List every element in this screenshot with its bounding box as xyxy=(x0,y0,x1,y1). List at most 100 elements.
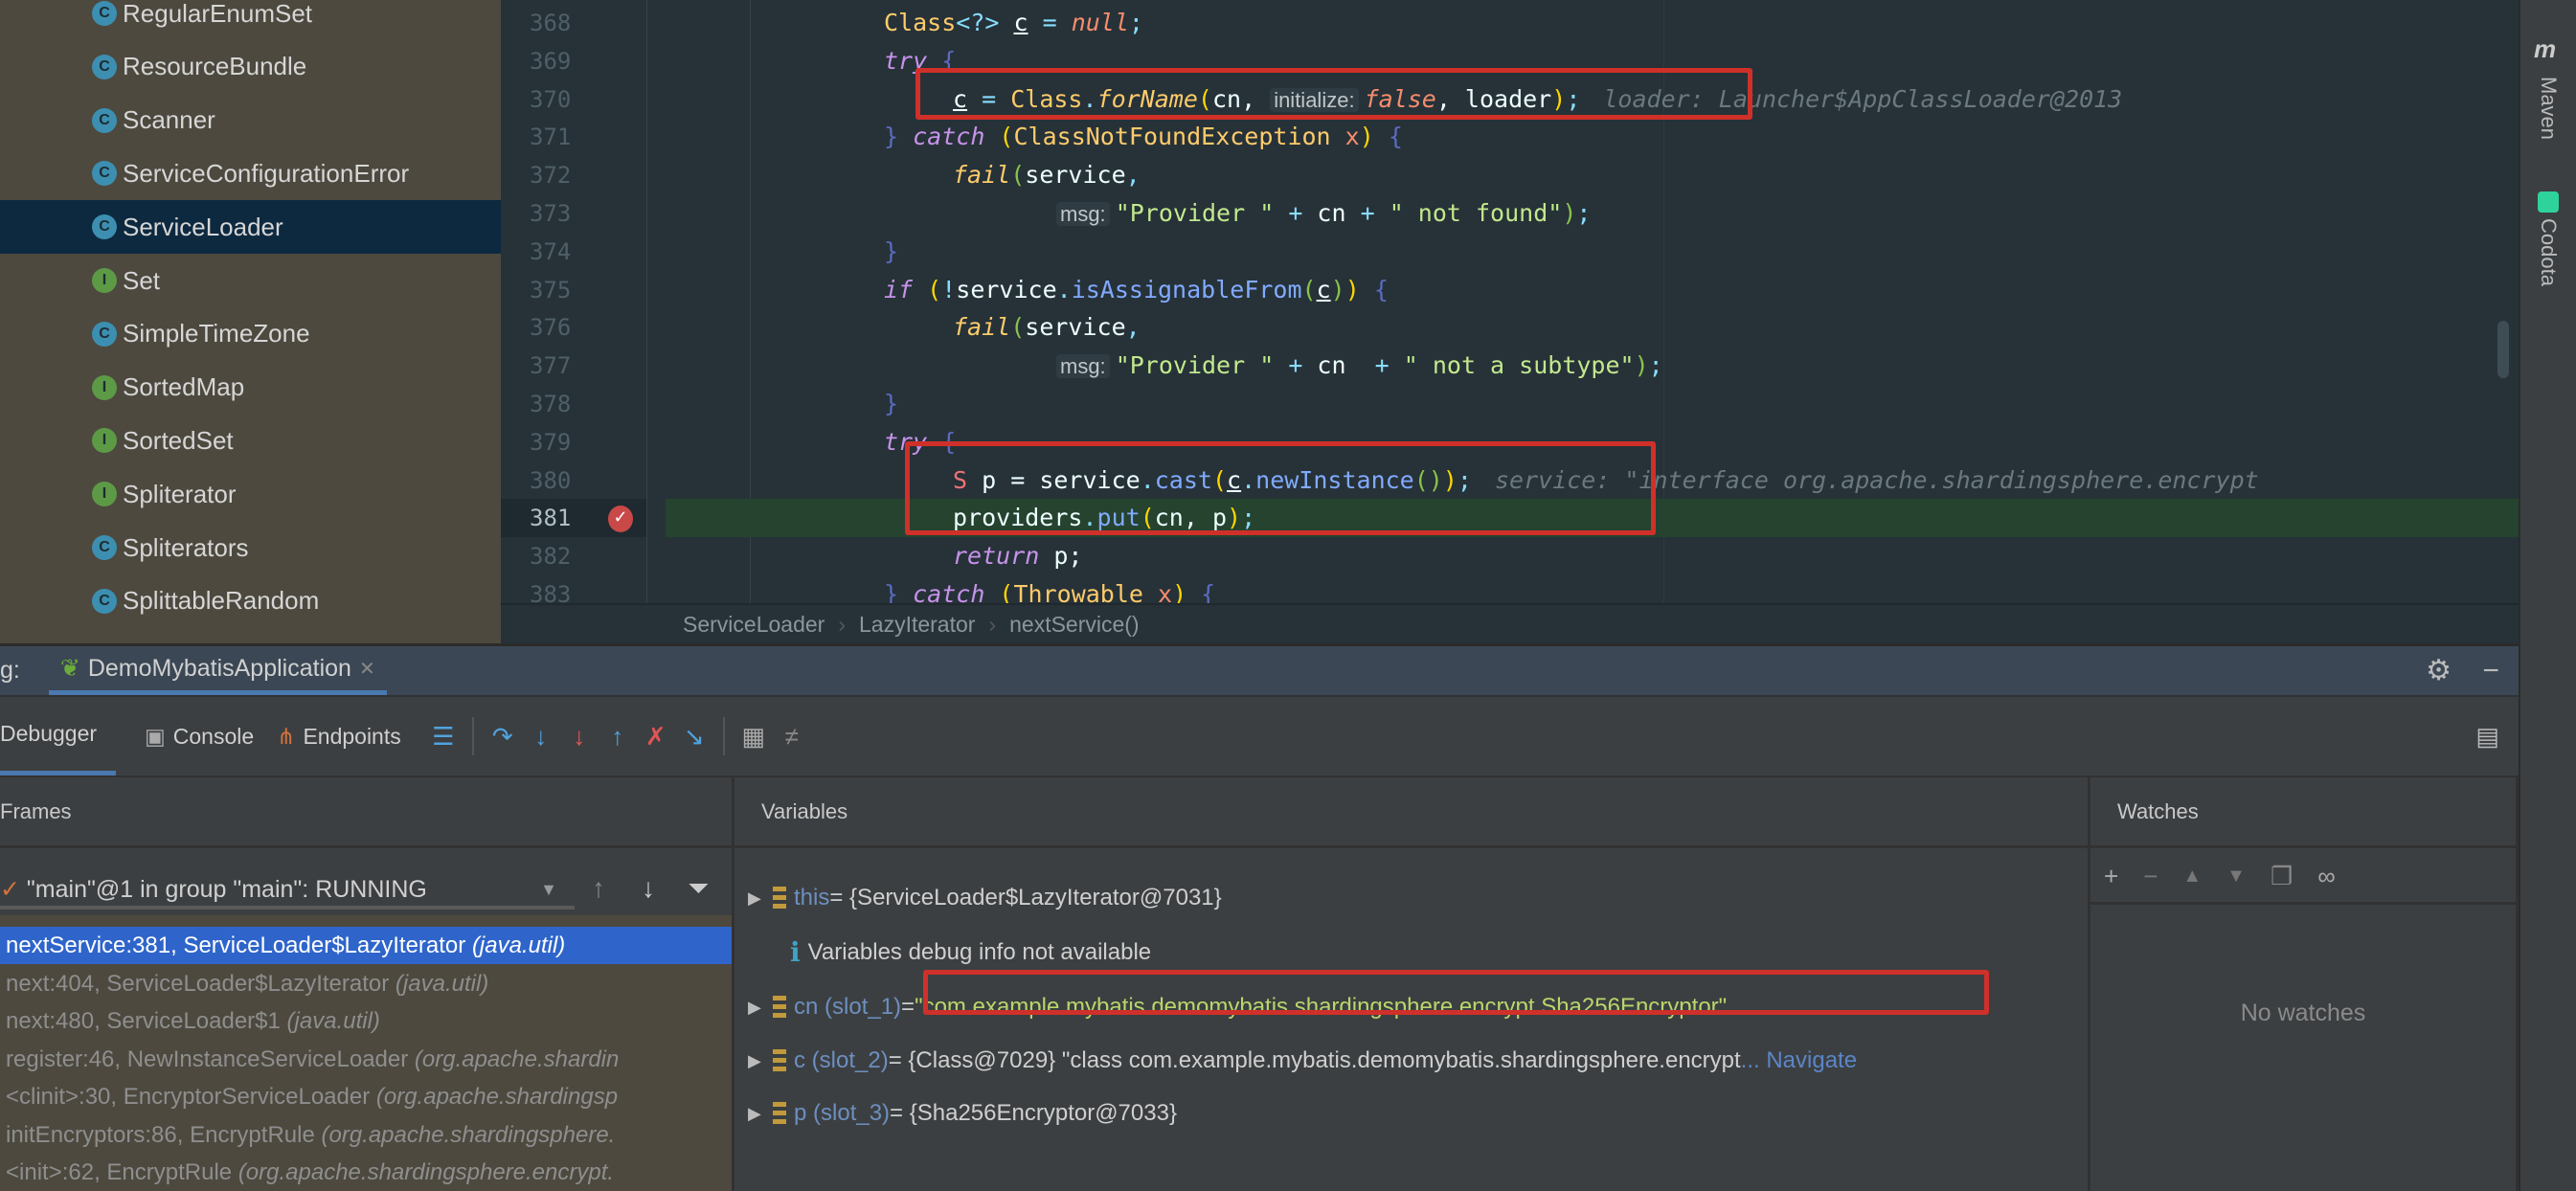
right-tool-stripe: m Maven Codota xyxy=(2519,0,2576,1191)
close-icon[interactable]: ✕ xyxy=(359,657,375,681)
next-frame-icon[interactable]: ↓ xyxy=(642,873,655,904)
code-text: fail(service, xyxy=(953,156,1141,194)
code-text: if (!service.isAssignableFrom(c)) { xyxy=(884,271,1389,309)
code-token: { xyxy=(1359,275,1389,303)
expand-arrow-icon[interactable]: ▶ xyxy=(748,1042,765,1080)
debug-info-text: Variables debug info not available xyxy=(807,939,1152,965)
code-text: } catch (ClassNotFoundException x) { xyxy=(884,118,1403,156)
expand-arrow-icon[interactable]: ▶ xyxy=(748,879,765,917)
code-token: cn xyxy=(1317,351,1346,380)
tree-item-label: Scanner xyxy=(123,105,215,135)
maven-tab[interactable]: Maven xyxy=(2536,77,2561,140)
codota-tab[interactable]: Codota xyxy=(2536,218,2561,286)
add-watch-icon[interactable]: + xyxy=(2104,862,2118,891)
filter-icon[interactable]: ⏷ xyxy=(688,873,709,905)
layout-icon[interactable]: ▤ xyxy=(2475,722,2499,752)
code-line[interactable]: } xyxy=(501,233,2519,271)
tree-item[interactable]: C SplittableRandom xyxy=(0,574,501,628)
code-line[interactable]: if (!service.isAssignableFrom(c)) { xyxy=(501,271,2519,309)
move-down-icon[interactable]: ▼ xyxy=(2226,865,2246,888)
project-tree[interactable]: C RegularEnumSet C ResourceBundle C Scanner C S… xyxy=(0,0,501,643)
code-line[interactable]: } catch (Throwable x) { xyxy=(501,575,2519,603)
expand-arrow-icon[interactable]: ▶ xyxy=(748,988,765,1026)
breadcrumb-item[interactable]: ServiceLoader xyxy=(683,612,825,638)
breakpoint-icon[interactable]: ✓ xyxy=(608,506,633,532)
code-token: } xyxy=(884,390,899,417)
tree-item[interactable]: I Spliterator xyxy=(0,467,501,521)
frame-package: (org.apache.shardingsphere.encrypt. xyxy=(237,1159,615,1185)
frame-item[interactable]: next:404, ServiceLoader$LazyIterator (ja… xyxy=(0,965,732,1002)
code-token: = xyxy=(1028,9,1072,36)
expand-arrow-icon[interactable]: ▶ xyxy=(748,1094,765,1133)
tree-item-label: ServiceConfigurationError xyxy=(123,158,410,188)
tree-item[interactable]: C ResourceBundle xyxy=(0,40,501,94)
tree-item-label: SortedMap xyxy=(123,372,245,402)
code-line[interactable]: fail(service, xyxy=(501,308,2519,347)
code-line[interactable]: msg: "Provider " + cn + " not found"); xyxy=(501,194,2519,233)
code-line[interactable]: } xyxy=(501,385,2519,423)
run-tab[interactable]: ❦ DemoMybatisApplication ✕ xyxy=(48,646,387,695)
navigate-link[interactable]: ... Navigate xyxy=(1741,1042,1857,1080)
tree-item[interactable]: C ServiceConfigurationError xyxy=(0,146,501,200)
evaluate-expression-icon[interactable]: ▦ xyxy=(734,722,773,752)
code-token: " not found" xyxy=(1389,199,1563,227)
code-line[interactable]: } catch (ClassNotFoundException x) { xyxy=(501,118,2519,156)
breadcrumb-item[interactable]: LazyIterator xyxy=(859,612,975,638)
tree-item-label: SimpleTimeZone xyxy=(123,319,310,348)
code-line[interactable]: fail(service, xyxy=(501,156,2519,194)
code-token: ! xyxy=(941,275,957,303)
tab-console[interactable]: ▣ Console xyxy=(116,697,277,775)
frame-item[interactable]: <init>:62, EncryptRule (org.apache.shard… xyxy=(0,1154,732,1191)
watches-panel: Watches + − ▲ ▼ ❐ ∞ No watches xyxy=(2090,777,2519,1191)
frame-item[interactable]: <clinit>:30, EncryptorServiceLoader (org… xyxy=(0,1078,732,1115)
tab-endpoints[interactable]: ⋔ Endpoints xyxy=(277,697,424,775)
previous-frame-icon[interactable]: ↑ xyxy=(592,873,605,904)
frame-item[interactable]: nextService:381, ServiceLoader$LazyItera… xyxy=(0,927,732,964)
line-number: 371 xyxy=(530,124,572,151)
gear-icon[interactable]: ⚙ xyxy=(2426,654,2452,687)
tree-item[interactable]: C RegularEnumSet xyxy=(0,0,501,40)
parameter-hint: msg: xyxy=(1056,354,1110,379)
show-execution-point-icon[interactable]: ☰ xyxy=(424,722,463,752)
copy-icon[interactable]: ❐ xyxy=(2271,862,2293,891)
code-token: "Provider " xyxy=(1115,199,1275,227)
glasses-icon[interactable]: ∞ xyxy=(2317,862,2336,891)
editor-scrollbar[interactable] xyxy=(2497,321,2509,378)
drop-frame-icon[interactable]: ✗ xyxy=(637,722,675,752)
code-line[interactable]: Class<?> c = null; xyxy=(501,4,2519,42)
move-up-icon[interactable]: ▲ xyxy=(2182,865,2202,888)
frame-item[interactable]: next:480, ServiceLoader$1 (java.util) xyxy=(0,1002,732,1040)
code-line[interactable]: return p; xyxy=(501,537,2519,575)
tree-item[interactable]: C Scanner xyxy=(0,94,501,147)
frame-item[interactable]: initEncryptors:86, EncryptRule (org.apac… xyxy=(0,1116,732,1154)
variable-row[interactable]: ▶ c (slot_2) = {Class@7029} "class com.ex… xyxy=(748,1042,2079,1080)
code-token: fail xyxy=(953,161,1011,190)
thread-selector[interactable]: ✓ "main"@1 in group "main": RUNNING ▼ xyxy=(0,869,575,910)
line-number: 382 xyxy=(530,543,572,571)
frame-item[interactable]: register:46, NewInstanceServiceLoader (o… xyxy=(0,1041,732,1078)
code-line[interactable]: msg: "Provider " + cn + " not a subtype")… xyxy=(501,347,2519,385)
step-into-icon[interactable]: ↓ xyxy=(522,722,560,752)
tree-item[interactable]: C SimpleTimeZone xyxy=(0,307,501,361)
code-token: " not a subtype" xyxy=(1403,351,1635,380)
tab-debugger[interactable]: Debugger xyxy=(0,697,117,775)
trace-icon[interactable]: ≠ xyxy=(773,722,811,752)
remove-watch-icon[interactable]: − xyxy=(2143,862,2158,891)
code-token: service xyxy=(1025,313,1126,342)
tree-item[interactable]: I Set xyxy=(0,254,501,307)
tree-item[interactable]: C Spliterators xyxy=(0,521,501,574)
code-token: + xyxy=(1345,351,1404,380)
minimize-icon[interactable]: − xyxy=(2482,655,2499,687)
highlight-box-cn-value xyxy=(923,970,1989,1015)
force-step-into-icon[interactable]: ↓ xyxy=(560,722,599,752)
breadcrumb-item[interactable]: nextService() xyxy=(1009,612,1139,638)
tree-item-label: Set xyxy=(123,265,161,295)
step-out-icon[interactable]: ↑ xyxy=(599,722,637,752)
step-over-icon[interactable]: ↷ xyxy=(484,722,522,752)
variable-row[interactable]: ▶ p (slot_3) = {Sha256Encryptor@7033} xyxy=(748,1094,1177,1133)
tree-item[interactable]: I SortedSet xyxy=(0,414,501,467)
run-to-cursor-icon[interactable]: ↘ xyxy=(675,722,713,752)
tree-item[interactable]: I SortedMap xyxy=(0,361,501,415)
variable-row[interactable]: ▶ this = {ServiceLoader$LazyIterator@7031… xyxy=(748,879,1222,917)
tree-item[interactable]: C ServiceLoader xyxy=(0,200,501,255)
